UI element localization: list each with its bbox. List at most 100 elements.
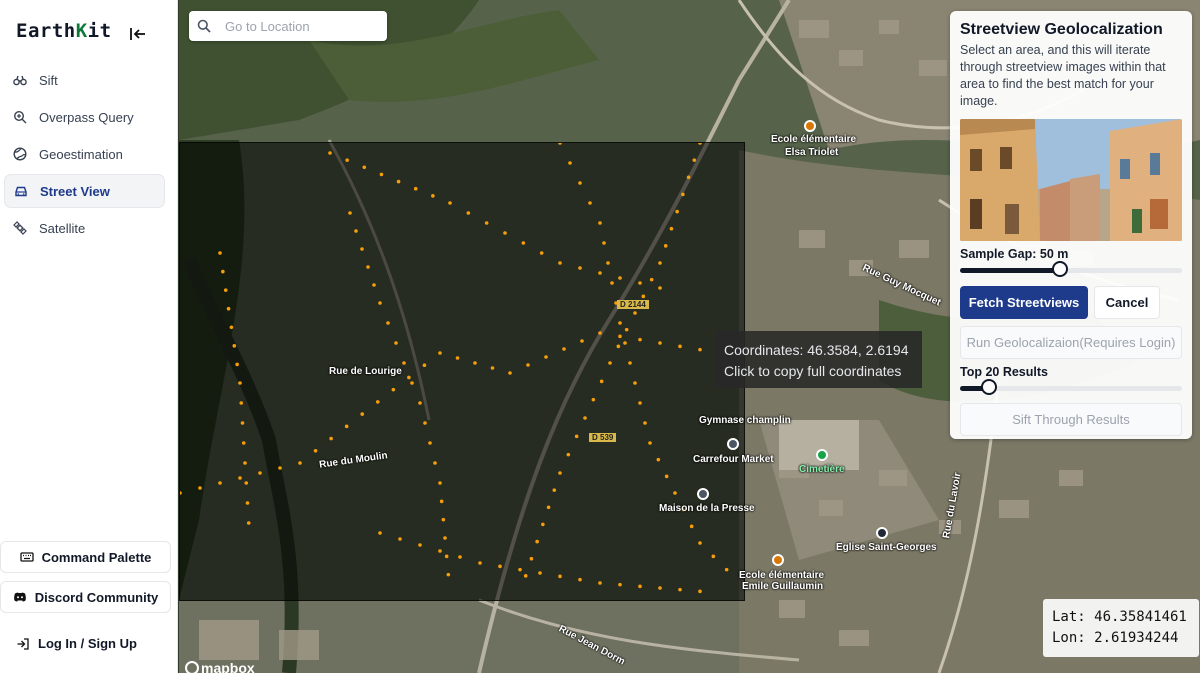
sidebar-item-geoestimation[interactable]: Geoestimation — [4, 137, 165, 171]
sample-point — [618, 276, 622, 280]
logo-mid: arth — [27, 20, 76, 42]
mapbox-label: mapbox — [201, 660, 255, 673]
sidebar-item-label: Street View — [40, 183, 110, 199]
login-signup-button[interactable]: Log In / Sign Up — [16, 636, 137, 651]
sample-point — [218, 251, 222, 255]
cursor-coordinates: Lat: 46.35841461 Lon: 2.61934244 — [1043, 599, 1199, 657]
sample-point — [378, 531, 382, 535]
location-search-input[interactable] — [223, 17, 377, 35]
school-icon[interactable] — [772, 554, 784, 566]
sample-point — [328, 151, 332, 155]
sample-point — [238, 381, 242, 385]
sidebar-item-street-view[interactable]: Street View — [4, 174, 165, 208]
selected-area[interactable] — [179, 141, 745, 601]
map-label: Maison de la Presse — [659, 503, 755, 514]
sample-point — [633, 311, 637, 315]
sample-point — [616, 344, 621, 349]
car-icon — [14, 184, 28, 198]
sidebar-item-satellite[interactable]: Satellite — [4, 211, 165, 245]
sample-point — [354, 229, 358, 233]
sample-point — [484, 221, 489, 225]
sample-point — [664, 474, 669, 479]
school-icon[interactable] — [804, 120, 816, 132]
sample-point — [258, 471, 262, 475]
sample-point — [473, 361, 477, 365]
sample-point — [360, 412, 365, 416]
sample-point — [362, 165, 367, 170]
sample-point — [673, 491, 677, 495]
sample-point — [578, 577, 582, 582]
map-label: Gymnase champlin — [699, 415, 791, 426]
mapbox-logo-icon — [185, 661, 199, 673]
sample-point — [438, 351, 442, 355]
sample-point — [498, 564, 502, 569]
slider-thumb[interactable] — [980, 379, 997, 395]
mapbox-attribution[interactable]: mapbox — [185, 660, 255, 673]
map-label: Ecole élémentaire — [739, 570, 825, 581]
sample-point — [692, 158, 697, 162]
sample-point — [558, 574, 562, 579]
sample-point — [648, 441, 652, 445]
church-icon[interactable] — [876, 527, 888, 539]
sample-point — [641, 294, 646, 299]
search-plus-icon — [13, 110, 27, 124]
shop-icon[interactable] — [697, 488, 709, 500]
sample-point — [329, 436, 333, 441]
sample-point — [438, 481, 442, 485]
cancel-button[interactable]: Cancel — [1094, 286, 1160, 319]
sample-point — [535, 539, 539, 544]
sample-point — [656, 457, 661, 462]
sidebar-item-overpass-query[interactable]: Overpass Query — [4, 100, 165, 134]
logo-suffix: it — [87, 20, 112, 42]
sample-point — [599, 379, 604, 384]
search-icon — [197, 19, 211, 33]
sample-point — [583, 416, 587, 420]
binoculars-icon — [13, 73, 27, 87]
sample-point — [218, 481, 222, 485]
fetch-streetviews-button[interactable]: Fetch Streetviews — [960, 286, 1088, 319]
sample-point — [375, 400, 380, 404]
sample-point — [444, 554, 449, 559]
sample-point — [675, 209, 679, 214]
sample-point — [243, 461, 247, 465]
query-image — [960, 119, 1182, 241]
keyboard-icon — [19, 550, 34, 564]
sample-point — [566, 452, 571, 457]
satellite-icon — [13, 221, 27, 235]
collapse-sidebar-icon[interactable] — [128, 24, 148, 44]
sift-results-button[interactable]: Sift Through Results — [960, 403, 1182, 436]
sample-gap-label: Sample Gap: 50 m — [960, 247, 1069, 261]
sample-point — [558, 261, 562, 265]
sample-point — [372, 283, 376, 287]
discord-community-button[interactable]: Discord Community — [0, 581, 171, 613]
sidebar-item-sift[interactable]: Sift — [4, 63, 165, 97]
sample-point — [633, 381, 637, 385]
sidebar-item-label: Geoestimation — [39, 146, 123, 162]
sample-point — [658, 586, 662, 590]
sample-point — [638, 401, 642, 405]
run-geolocalization-button[interactable]: Run Geolocalizaion(Requires Login) — [960, 326, 1182, 359]
sample-gap-slider[interactable] — [960, 261, 1182, 277]
cemetery-icon[interactable] — [816, 449, 828, 461]
map-label: Eglise Saint-Georges — [836, 542, 937, 553]
sidebar-nav: Sift Overpass Query Geoestimation Street… — [4, 63, 165, 248]
slider-thumb[interactable] — [1051, 261, 1068, 277]
slider-fill — [960, 268, 1060, 273]
sample-point — [606, 261, 610, 265]
sample-point — [348, 211, 352, 215]
command-palette-button[interactable]: Command Palette — [0, 541, 171, 573]
shop-icon[interactable] — [727, 438, 739, 450]
sample-point — [598, 331, 602, 335]
sample-point — [221, 269, 225, 274]
sample-point — [558, 471, 562, 475]
coordinates-tooltip[interactable]: Coordinates: 46.3584, 2.6194 Click to co… — [716, 331, 922, 388]
sample-point — [618, 334, 622, 339]
command-palette-label: Command Palette — [41, 549, 152, 565]
location-search[interactable] — [189, 11, 387, 41]
sample-point — [402, 361, 406, 365]
top-results-slider[interactable] — [960, 379, 1182, 395]
app-logo: EarthKit — [16, 20, 112, 42]
sample-point — [618, 582, 622, 587]
sample-point — [278, 466, 282, 470]
sample-point — [490, 366, 495, 370]
